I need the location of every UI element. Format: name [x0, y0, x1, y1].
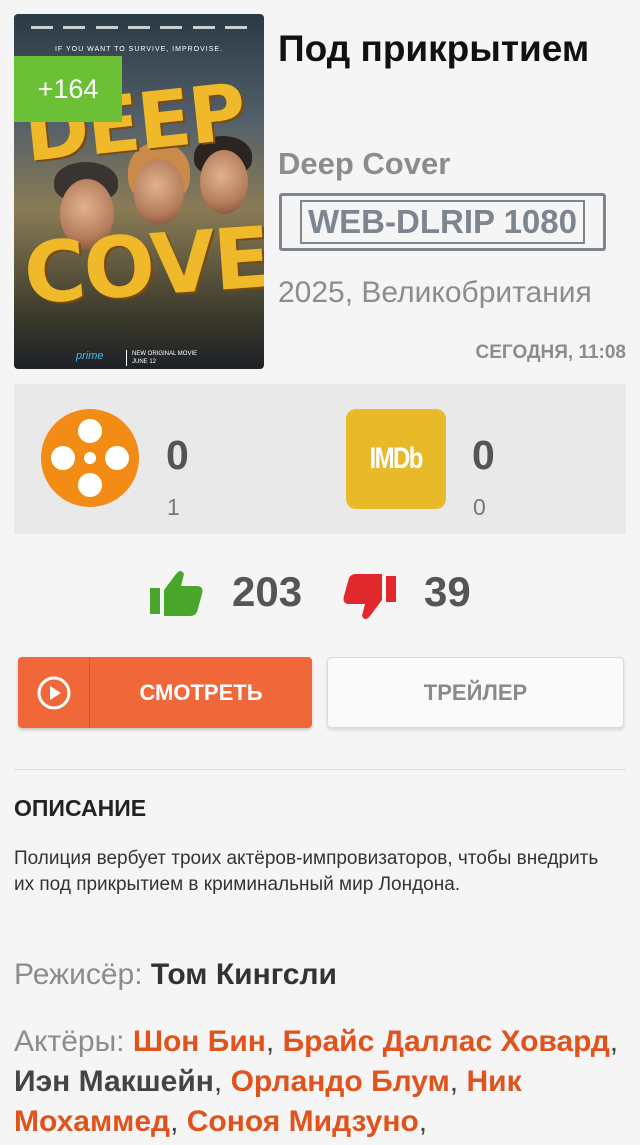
actor-link[interactable]: Брайс Даллас Ховард [283, 1025, 610, 1058]
rating-change-badge: +164 [14, 56, 122, 122]
actors-line: Актёры: Шон Бин, Брайс Даллас Ховард, Иэ… [14, 1025, 619, 1138]
director-label: Режисёр: [14, 958, 143, 991]
actor-link[interactable]: Орландо Блум [231, 1065, 450, 1098]
poster-title-word: COVER [20, 203, 264, 324]
trailer-button[interactable]: ТРЕЙЛЕР [327, 657, 624, 728]
year-country: 2025, Великобритания [278, 276, 592, 309]
kinopoisk-votes: 1 [167, 494, 180, 520]
dislikes-count: 39 [424, 568, 471, 615]
likes-count: 203 [232, 568, 303, 615]
film-reel-icon [41, 409, 139, 507]
play-icon [18, 657, 90, 728]
watch-button[interactable]: СМОТРЕТЬ [18, 657, 312, 728]
divider [14, 769, 626, 770]
imdb-icon: IMDb [346, 409, 446, 509]
description-text: Полиция вербует троих актёров-импровизат… [14, 848, 599, 895]
kinopoisk-score: 0 [166, 432, 189, 478]
description-heading: ОПИСАНИЕ [14, 795, 147, 821]
original-title: Deep Cover [278, 146, 451, 181]
actor-link[interactable]: Соноя Мидзуно [187, 1105, 419, 1138]
thumbs-up-icon[interactable] [148, 568, 204, 618]
quality-badge: WEB-DLRIP 1080 [279, 193, 606, 251]
poster-credits [14, 22, 264, 42]
ratings-panel: 0 1 IMDb 0 0 [14, 384, 626, 534]
imdb-votes: 0 [473, 494, 486, 520]
poster-service-logo: prime [76, 350, 104, 362]
movie-title: Под прикрытием [278, 28, 590, 69]
actors-label: Актёры: [14, 1025, 125, 1058]
quality-label: WEB-DLRIP 1080 [300, 200, 585, 244]
movie-header: IF YOU WANT TO SURVIVE, IMPROVISE. DEEP … [0, 0, 640, 380]
watch-button-label: СМОТРЕТЬ [139, 679, 263, 705]
added-date: СЕГОДНЯ, 11:08 [475, 342, 626, 363]
vote-bar: 203 39 [0, 560, 640, 630]
actor-name: Иэн Макшейн [14, 1065, 214, 1098]
imdb-score: 0 [472, 432, 495, 478]
thumbs-down-icon[interactable] [342, 572, 398, 622]
director-line: Режисёр: Том Кингсли [14, 958, 337, 992]
director-name[interactable]: Том Кингсли [151, 958, 337, 991]
actor-link[interactable]: Шон Бин [133, 1025, 266, 1058]
poster-tagline: IF YOU WANT TO SURVIVE, IMPROVISE. [54, 46, 224, 53]
poster-note: NEW ORIGINAL MOVIE JUNE 12 [126, 350, 197, 366]
